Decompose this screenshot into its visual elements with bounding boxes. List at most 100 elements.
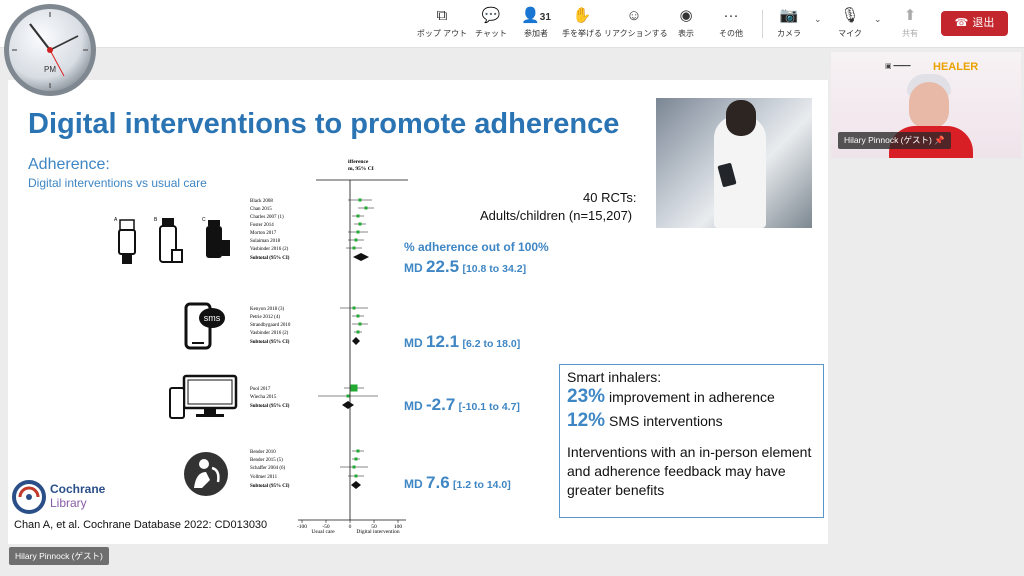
presenter-name-tag: Hilary Pinnock (ゲスト) [9,547,109,565]
forest-axis-left-label: Usual care [311,529,335,535]
forest-axis-tick-label: -100 [297,524,307,530]
forest-study-label: Kenyon 2018 (3) [250,307,284,312]
slide-subtitle: Adherence: [28,156,110,173]
md-ci: [6.2 to 18.0] [462,338,521,350]
participants-count: 31 [539,12,551,23]
participant-name: Hilary Pinnock (ゲスト) [844,135,932,145]
summary-paragraph: Interventions with an in-person element … [567,444,812,498]
forest-study-label: Sulaiman 2018 [250,239,281,244]
forest-study-label: Bender 2015 (5) [250,458,283,463]
clock-pm-label: PM [44,65,56,74]
forest-study-label: Black 2008 [250,199,273,204]
cochrane-logo: Cochrane Library [12,478,122,518]
md-ci: [10.8 to 34.2] [462,263,527,275]
forest-study-label: Strandbygaard 2010 [250,323,291,328]
reactions-button[interactable]: ☺ リアクションする [604,6,668,44]
forest-point-marker [358,198,362,202]
forest-study-label: Schaffer 2004 (6) [250,466,286,471]
leave-label: 退出 [972,17,995,29]
svg-text:C: C [202,217,206,223]
woman-with-phone-photo [656,98,812,228]
share-button[interactable]: ⬆ 共有 [880,6,940,44]
summary-row-1: 23% improvement in adherence [567,385,816,409]
camera-off-icon: 📷 [779,7,799,24]
camera-button[interactable]: 📷 カメラ [759,6,819,44]
phone-hangup-icon: ☎ [954,17,969,29]
sms-phone-icon: sms [184,302,225,350]
forest-study-label: Subtotal (95% CI) [250,256,290,261]
computer-icon [169,374,238,419]
citation: Chan A, et al. Cochrane Database 2022: C… [14,519,268,531]
forest-study-label: Vollmer 2011 [250,475,278,480]
person-call-icon [184,452,228,496]
forest-study-label: Vasbinder 2016 (2) [250,331,289,336]
camera-label: カメラ [777,29,801,38]
smiley-icon: ☺ [626,7,642,24]
summary-text-1: improvement in adherence [609,389,775,405]
md-value: 22.5 [426,257,460,276]
more-button[interactable]: ··· その他 [701,6,761,44]
cochrane-emblem-icon [12,480,46,514]
forest-study-label: Petrie 2012 (4) [250,315,280,320]
hand-icon: ✋ [572,7,592,24]
forest-study-label: Chan 2015 [250,207,272,212]
summary-percent-2: 12% [567,410,606,431]
forest-study-label: Subtotal (95% CI) [250,484,290,489]
forest-point-marker [356,330,360,334]
leave-button[interactable]: ☎ 退出 [941,11,1008,36]
forest-point-marker [350,384,358,392]
md-result-4: MD 7.6 [1.2 to 14.0] [404,473,511,493]
md-result-3: MD -2.7 [-10.1 to 4.7] [404,395,520,415]
md-ci: [1.2 to 14.0] [453,479,511,491]
inhaler-devices-icon: A B C [114,217,230,264]
summary-percent-1: 23% [567,386,606,407]
raise-hand-label: 手を挙げる [562,29,602,38]
forest-axis-tick-label: 0 [349,524,352,530]
forest-point-marker [346,394,350,398]
forest-study-label: Foster 2014 [250,223,274,228]
rct-count: 40 RCTs: [583,190,637,205]
forest-point-marker [354,238,358,242]
forest-subtotal-diamond [351,481,361,489]
participant-video-tile[interactable]: ▣ ━━━━ HEALER Hilary Pinnock (ゲスト) 📌 [831,52,1021,158]
md-value: 7.6 [426,473,450,492]
raise-hand-button[interactable]: ✋ 手を挙げる [552,6,612,44]
forest-study-label: Morton 2017 [250,231,277,236]
md-prefix: MD [404,399,423,413]
mic-label: マイク [838,29,862,38]
forest-point-marker [358,322,362,326]
forest-subtotal-diamond [352,337,360,345]
shared-slide: Digital interventions to promote adheren… [8,80,828,544]
forest-point-marker [356,314,360,318]
md-value: -2.7 [426,395,456,414]
analog-clock-widget[interactable]: PM [2,2,98,98]
more-label: その他 [719,29,743,38]
md-prefix: MD [404,477,423,491]
forest-point-marker [356,214,360,218]
pin-icon[interactable]: 📌 [934,135,945,145]
forest-study-label: Bender 2010 [250,450,276,455]
forest-study-label: Charles 2007 (1) [250,215,284,220]
forest-axis-right-label: Digital intervention [356,529,399,535]
share-label: 共有 [902,29,918,38]
forest-study-label: Wiecha 2015 [250,395,277,400]
meeting-toolbar: ⧉ ポップ アウト 💬 チャット 👤31 参加者 ✋ 手を挙げる ☺ リアクショ… [0,0,1024,48]
forest-point-marker [356,230,360,234]
forest-study-label: Subtotal (95% CI) [250,340,290,345]
mic-off-icon: 🎙 [840,7,860,24]
sms-icon-text: sms [204,313,221,323]
adherence-percent-label: % adherence out of 100% [404,240,549,254]
cochrane-text: Cochrane [50,482,106,496]
mic-button[interactable]: 🎙 マイク [820,6,880,44]
forest-point-marker [352,306,356,310]
photo-head-shape [726,100,756,136]
slide-subtitle-2: Digital interventions vs usual care [28,176,207,190]
md-prefix: MD [404,336,423,350]
share-icon: ⬆ [903,7,917,24]
md-result-2: MD 12.1 [6.2 to 18.0] [404,332,520,352]
summary-box: Smart inhalers: 23% improvement in adhere… [559,364,824,518]
forest-point-marker [356,449,360,453]
forest-study-label: Subtotal (95% CI) [250,404,290,409]
forest-point-marker [354,474,358,478]
healer-logo: HEALER [933,61,979,73]
